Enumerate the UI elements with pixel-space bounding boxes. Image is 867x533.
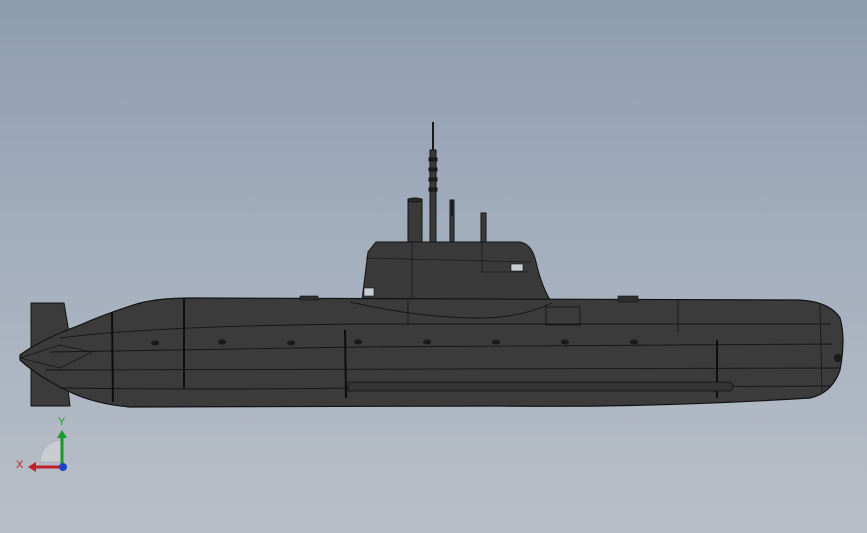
z-axis-dot xyxy=(59,463,67,471)
sail xyxy=(361,241,553,304)
x-axis-label: X xyxy=(16,459,24,471)
submarine-model[interactable] xyxy=(0,0,867,533)
y-axis-label: Y xyxy=(58,416,66,428)
y-axis-arrow xyxy=(57,430,67,438)
flank-array xyxy=(347,381,734,392)
x-axis-arrow xyxy=(28,462,36,472)
masts xyxy=(407,122,487,244)
axis-triad: Y X xyxy=(16,416,67,472)
graphics-viewport[interactable]: Y X xyxy=(0,0,867,533)
triad-plane xyxy=(39,439,63,463)
